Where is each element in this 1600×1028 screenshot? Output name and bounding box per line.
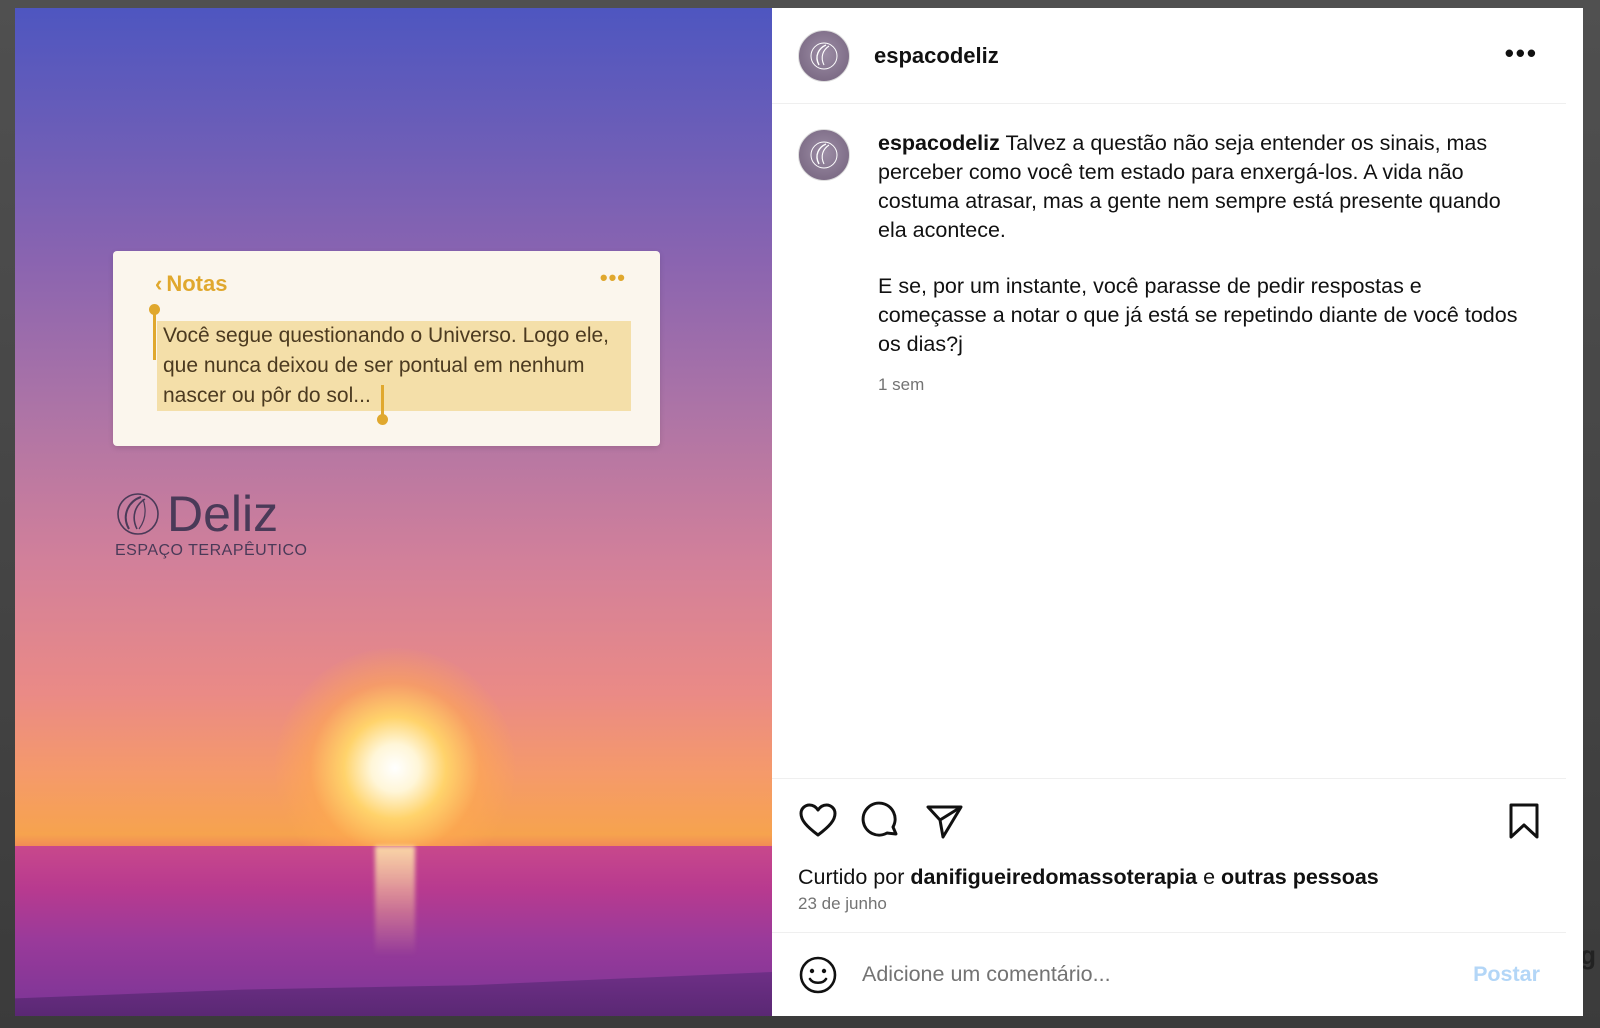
notes-back-label: Notas — [166, 271, 228, 296]
like-button[interactable] — [798, 801, 838, 841]
caption-timestamp[interactable]: 1 sem — [878, 370, 1528, 399]
deliz-avatar-icon — [810, 141, 838, 169]
caption-username[interactable]: espacodeliz — [878, 131, 1000, 155]
save-button[interactable] — [1504, 801, 1544, 841]
post-side-panel: espacodeliz ••• espacodeliz Talvez a que… — [772, 8, 1566, 1016]
selection-start-handle — [149, 304, 160, 360]
deliz-logo: Deliz ESPAÇO TERAPÊUTICO — [115, 488, 307, 560]
action-bar — [772, 778, 1566, 864]
liked-by-prefix: Curtido por — [798, 865, 905, 889]
brand-subtitle: ESPAÇO TERAPÊUTICO — [115, 542, 308, 559]
caption: espacodeliz Talvez a questão não seja en… — [798, 129, 1540, 399]
post-modal: ‹ Notas ••• Você segue questionando o Un… — [15, 8, 1583, 1016]
liked-by-line: Curtido por danifigueiredomassoterapia e… — [798, 862, 1540, 892]
liked-by-joiner: e — [1203, 865, 1216, 889]
notes-more-icon: ••• — [599, 265, 626, 290]
more-options-icon[interactable]: ••• — [1505, 38, 1538, 69]
caption-avatar[interactable] — [798, 129, 850, 181]
liked-by-others[interactable]: outras pessoas — [1221, 865, 1379, 889]
header-username[interactable]: espacodeliz — [874, 43, 999, 69]
post-date[interactable]: 23 de junho — [798, 894, 1540, 914]
comment-button[interactable] — [861, 801, 901, 841]
likes-section: Curtido por danifigueiredomassoterapia e… — [772, 862, 1566, 914]
notes-back-link: ‹ Notas — [155, 271, 227, 297]
caption-paragraph-1: espacodeliz Talvez a questão não seja en… — [878, 129, 1528, 245]
add-comment-bar: Postar — [772, 932, 1566, 1016]
comments-area: espacodeliz Talvez a questão não seja en… — [772, 104, 1566, 778]
post-image[interactable]: ‹ Notas ••• Você segue questionando o Un… — [15, 8, 772, 1016]
share-button[interactable] — [924, 801, 964, 841]
caption-body: espacodeliz Talvez a questão não seja en… — [878, 129, 1528, 399]
notes-card: ‹ Notas ••• Você segue questionando o Un… — [113, 251, 660, 446]
comment-icon — [861, 801, 898, 837]
heart-icon — [799, 803, 837, 837]
comment-input[interactable] — [862, 962, 1422, 987]
brand-name: Deliz — [167, 486, 279, 542]
emoji-icon[interactable] — [798, 955, 838, 995]
selection-end-handle — [377, 385, 388, 425]
deliz-mark-icon — [117, 493, 159, 535]
paper-plane-icon — [926, 805, 963, 839]
notes-selected-text: Você segue questionando o Universo. Logo… — [157, 321, 631, 411]
liked-by-user[interactable]: danifigueiredomassoterapia — [910, 865, 1197, 889]
caption-paragraph-2: E se, por um instante, você parasse de p… — [878, 274, 1518, 356]
post-comment-button[interactable]: Postar — [1473, 962, 1540, 987]
deliz-avatar-icon — [810, 42, 838, 69]
sun-reflection — [375, 846, 415, 956]
avatar[interactable] — [798, 29, 850, 82]
post-header: espacodeliz ••• — [772, 8, 1566, 104]
chevron-left-icon: ‹ — [155, 271, 163, 296]
bookmark-icon — [1509, 803, 1539, 839]
